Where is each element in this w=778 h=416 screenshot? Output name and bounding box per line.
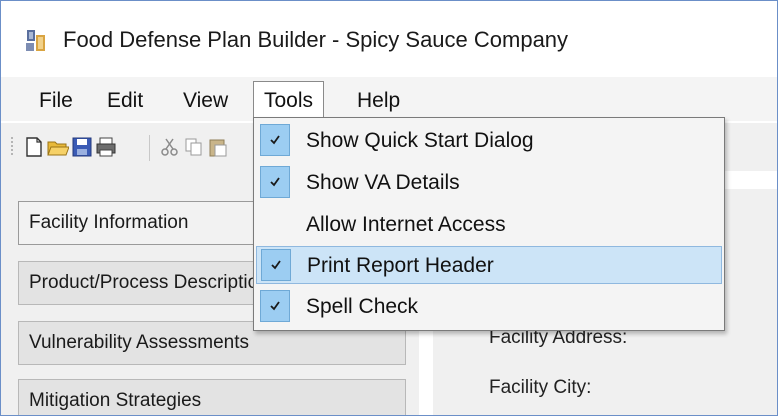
menu-item-label: Print Report Header: [307, 254, 494, 277]
menu-item-label: Allow Internet Access: [306, 213, 506, 236]
tools-menu-dropdown: Show Quick Start Dialog Show VA Details …: [253, 117, 725, 331]
copy-icon[interactable]: [183, 136, 205, 158]
print-icon[interactable]: [95, 136, 117, 158]
nav-mitigation-strategies[interactable]: Mitigation Strategies: [18, 379, 406, 415]
menu-item-label: Show VA Details: [306, 171, 460, 194]
toolbar-separator: [149, 135, 150, 161]
app-logo-icon: [26, 30, 45, 51]
open-folder-icon[interactable]: [47, 136, 69, 158]
new-document-icon[interactable]: [23, 136, 45, 158]
app-window: Food Defense Plan Builder - Spicy Sauce …: [0, 0, 778, 416]
checkmark-icon: [261, 249, 291, 281]
menu-view[interactable]: View: [173, 85, 238, 117]
checkmark-icon: [260, 290, 290, 322]
paste-icon[interactable]: [207, 136, 229, 158]
save-icon[interactable]: [71, 136, 93, 158]
menu-item-allow-internet-access[interactable]: Allow Internet Access: [256, 206, 722, 244]
checkmark-icon: [260, 124, 290, 156]
cut-icon[interactable]: [159, 136, 181, 158]
toolbar-grip[interactable]: [11, 137, 13, 157]
window-title: Food Defense Plan Builder - Spicy Sauce …: [63, 27, 569, 52]
checkmark-icon: [260, 166, 290, 198]
title-bar: Food Defense Plan Builder - Spicy Sauce …: [1, 1, 777, 75]
menu-edit[interactable]: Edit: [97, 85, 153, 117]
menu-item-show-quick-start-dialog[interactable]: Show Quick Start Dialog: [256, 122, 722, 160]
menu-item-label: Show Quick Start Dialog: [306, 129, 534, 152]
facility-city-label: Facility City:: [489, 377, 592, 398]
menu-bar: File Edit View Tools Help: [1, 77, 777, 121]
menu-item-spell-check[interactable]: Spell Check: [256, 288, 722, 326]
menu-tools[interactable]: Tools: [253, 81, 325, 118]
menu-file[interactable]: File: [29, 85, 83, 117]
menu-item-print-report-header[interactable]: Print Report Header: [256, 246, 722, 284]
menu-help[interactable]: Help: [347, 85, 410, 117]
menu-item-show-va-details[interactable]: Show VA Details: [256, 164, 722, 202]
menu-item-label: Spell Check: [306, 295, 419, 318]
